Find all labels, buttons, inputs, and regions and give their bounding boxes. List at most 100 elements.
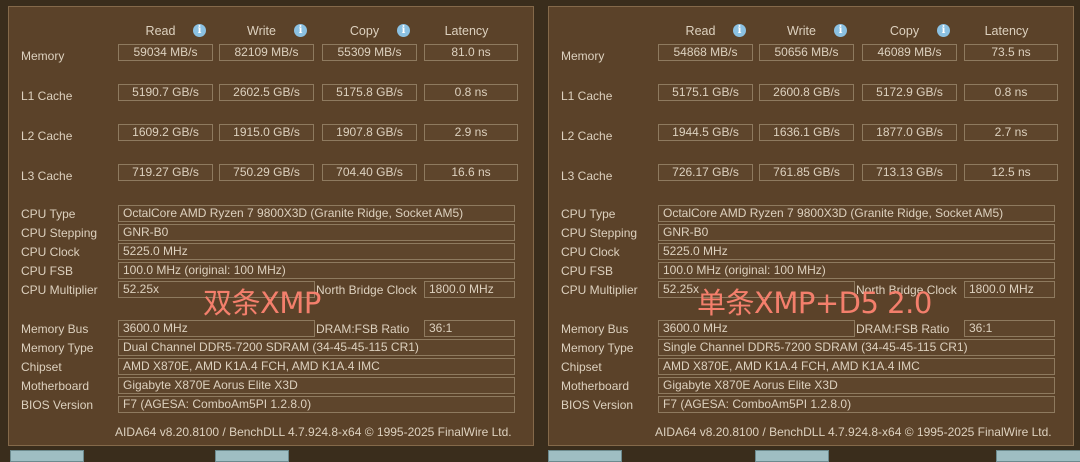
label-north-bridge-clock: North Bridge Clock — [316, 283, 417, 297]
value-dram-fsb-ratio: 36:1 — [424, 320, 515, 337]
overlay-annotation-left: 双条XMP — [203, 286, 321, 320]
value-bios: F7 (AGESA: ComboAm5PI 1.2.8.0) — [118, 396, 515, 413]
label-bios: BIOS Version — [561, 398, 634, 412]
l3-cache-write-value: 761.85 GB/s — [759, 164, 854, 181]
l1-cache-read-value: 5175.1 GB/s — [658, 84, 753, 101]
value-motherboard: Gigabyte X870E Aorus Elite X3D — [658, 377, 1055, 394]
label-motherboard: Motherboard — [21, 379, 90, 393]
label-memory-type: Memory Type — [21, 341, 94, 355]
l1-cache-read-value: 5190.7 GB/s — [118, 84, 213, 101]
label-memory-bus: Memory Bus — [21, 322, 89, 336]
column-header-write: Write — [247, 24, 276, 38]
label-dram-fsb-ratio: DRAM:FSB Ratio — [856, 322, 950, 336]
row-label-l2-cache: L2 Cache — [561, 129, 613, 143]
row-label-l1-cache: L1 Cache — [21, 89, 73, 103]
memory-latency-value: 73.5 ns — [964, 44, 1058, 61]
l3-cache-read-value: 719.27 GB/s — [118, 164, 213, 181]
value-cpu-clock: 5225.0 MHz — [118, 243, 515, 260]
memory-copy-value: 55309 MB/s — [322, 44, 417, 61]
l2-cache-write-value: 1915.0 GB/s — [219, 124, 314, 141]
label-cpu-multiplier: CPU Multiplier — [21, 283, 98, 297]
bottom-button[interactable] — [10, 450, 84, 462]
info-icon[interactable]: i — [834, 24, 847, 37]
value-north-bridge-clock: 1800.0 MHz — [424, 281, 515, 298]
value-dram-fsb-ratio: 36:1 — [964, 320, 1055, 337]
info-icon[interactable]: i — [937, 24, 950, 37]
label-motherboard: Motherboard — [561, 379, 630, 393]
label-cpu-stepping: CPU Stepping — [21, 226, 98, 240]
overlay-annotation-right: 单条XMP+D5 2.0 — [697, 286, 932, 320]
value-cpu-fsb: 100.0 MHz (original: 100 MHz) — [658, 262, 1055, 279]
row-label-l3-cache: L3 Cache — [21, 169, 73, 183]
l1-cache-write-value: 2602.5 GB/s — [219, 84, 314, 101]
column-header-latency: Latency — [444, 24, 489, 38]
label-chipset: Chipset — [21, 360, 62, 374]
l3-cache-copy-value: 704.40 GB/s — [322, 164, 417, 181]
label-memory-bus: Memory Bus — [561, 322, 629, 336]
benchmark-panel-right: Read i Write i Copy i Latency Memory 54868 MB/s 5… — [548, 6, 1074, 446]
column-header-copy: Copy — [889, 24, 920, 38]
row-label-memory: Memory — [21, 49, 65, 63]
row-label-l3-cache: L3 Cache — [561, 169, 613, 183]
l1-cache-copy-value: 5175.8 GB/s — [322, 84, 417, 101]
info-icon[interactable]: i — [397, 24, 410, 37]
info-icon[interactable]: i — [193, 24, 206, 37]
bottom-button[interactable] — [755, 450, 829, 462]
value-chipset: AMD X870E, AMD K1A.4 FCH, AMD K1A.4 IMC — [658, 358, 1055, 375]
column-header-read: Read — [685, 24, 716, 38]
footer-copyright: AIDA64 v8.20.8100 / BenchDLL 4.7.924.8-x… — [115, 425, 512, 439]
value-memory-bus: 3600.0 MHz — [658, 320, 855, 337]
value-memory-type: Single Channel DDR5-7200 SDRAM (34-45-45… — [658, 339, 1055, 356]
label-chipset: Chipset — [561, 360, 602, 374]
label-cpu-type: CPU Type — [561, 207, 616, 221]
value-cpu-type: OctalCore AMD Ryzen 7 9800X3D (Granite R… — [658, 205, 1055, 222]
column-header-write: Write — [787, 24, 816, 38]
l2-cache-copy-value: 1877.0 GB/s — [862, 124, 957, 141]
label-cpu-clock: CPU Clock — [561, 245, 620, 259]
memory-write-value: 82109 MB/s — [219, 44, 314, 61]
value-cpu-type: OctalCore AMD Ryzen 7 9800X3D (Granite R… — [118, 205, 515, 222]
l1-cache-copy-value: 5172.9 GB/s — [862, 84, 957, 101]
value-cpu-stepping: GNR-B0 — [118, 224, 515, 241]
column-header-copy: Copy — [349, 24, 380, 38]
label-cpu-fsb: CPU FSB — [561, 264, 614, 278]
value-bios: F7 (AGESA: ComboAm5PI 1.2.8.0) — [658, 396, 1055, 413]
l2-cache-read-value: 1944.5 GB/s — [658, 124, 753, 141]
memory-write-value: 50656 MB/s — [759, 44, 854, 61]
bottom-button[interactable] — [996, 450, 1080, 462]
l3-cache-latency-value: 12.5 ns — [964, 164, 1058, 181]
label-cpu-multiplier: CPU Multiplier — [561, 283, 638, 297]
l3-cache-write-value: 750.29 GB/s — [219, 164, 314, 181]
value-motherboard: Gigabyte X870E Aorus Elite X3D — [118, 377, 515, 394]
l1-cache-latency-value: 0.8 ns — [424, 84, 518, 101]
value-memory-bus: 3600.0 MHz — [118, 320, 315, 337]
label-cpu-clock: CPU Clock — [21, 245, 80, 259]
l3-cache-copy-value: 713.13 GB/s — [862, 164, 957, 181]
l2-cache-read-value: 1609.2 GB/s — [118, 124, 213, 141]
label-cpu-stepping: CPU Stepping — [561, 226, 638, 240]
row-label-l2-cache: L2 Cache — [21, 129, 73, 143]
value-memory-type: Dual Channel DDR5-7200 SDRAM (34-45-45-1… — [118, 339, 515, 356]
memory-latency-value: 81.0 ns — [424, 44, 518, 61]
l3-cache-read-value: 726.17 GB/s — [658, 164, 753, 181]
value-cpu-stepping: GNR-B0 — [658, 224, 1055, 241]
info-icon[interactable]: i — [294, 24, 307, 37]
value-north-bridge-clock: 1800.0 MHz — [964, 281, 1055, 298]
info-icon[interactable]: i — [733, 24, 746, 37]
label-cpu-fsb: CPU FSB — [21, 264, 74, 278]
value-cpu-clock: 5225.0 MHz — [658, 243, 1055, 260]
l1-cache-latency-value: 0.8 ns — [964, 84, 1058, 101]
bottom-button[interactable] — [215, 450, 289, 462]
benchmark-panel-left: Read i Write i Copy i Latency Memory 59034 MB/s 8… — [8, 6, 534, 446]
label-memory-type: Memory Type — [561, 341, 634, 355]
bottom-button[interactable] — [548, 450, 622, 462]
value-cpu-fsb: 100.0 MHz (original: 100 MHz) — [118, 262, 515, 279]
footer-copyright: AIDA64 v8.20.8100 / BenchDLL 4.7.924.8-x… — [655, 425, 1052, 439]
memory-copy-value: 46089 MB/s — [862, 44, 957, 61]
l2-cache-latency-value: 2.7 ns — [964, 124, 1058, 141]
label-cpu-type: CPU Type — [21, 207, 76, 221]
row-label-memory: Memory — [561, 49, 605, 63]
l1-cache-write-value: 2600.8 GB/s — [759, 84, 854, 101]
l2-cache-latency-value: 2.9 ns — [424, 124, 518, 141]
l3-cache-latency-value: 16.6 ns — [424, 164, 518, 181]
